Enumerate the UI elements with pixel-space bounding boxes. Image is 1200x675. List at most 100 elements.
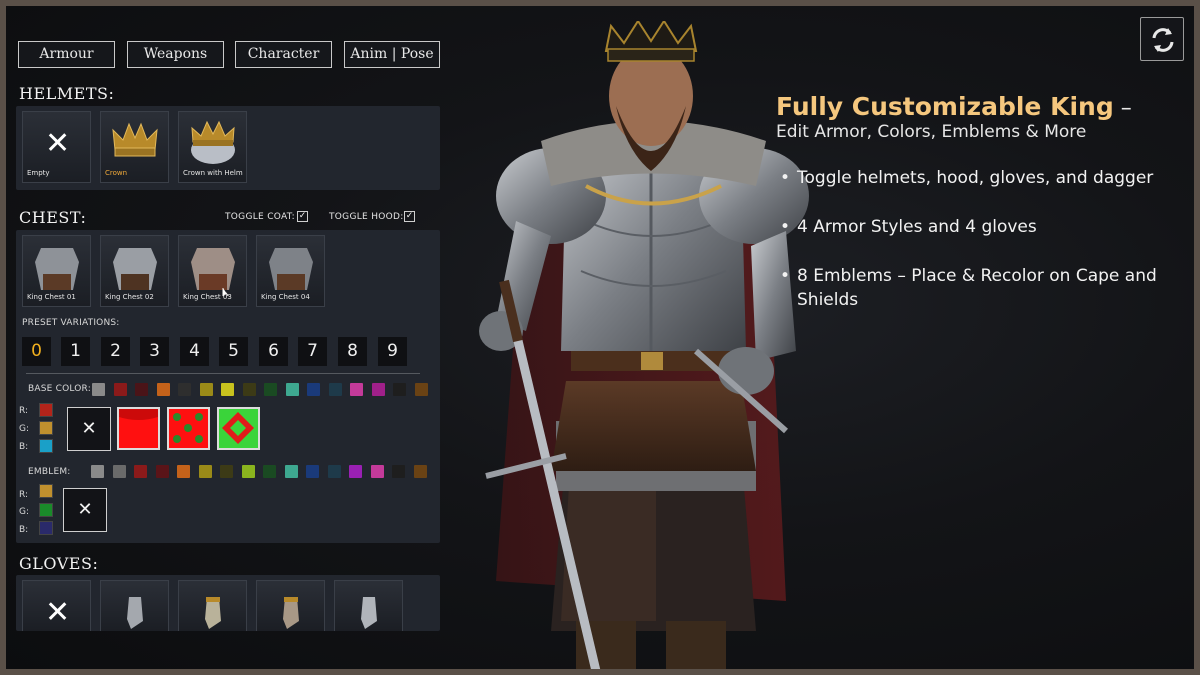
rgb-b-label: B: (19, 442, 29, 452)
toggle-hood-label: TOGGLE HOOD: (329, 212, 404, 222)
helmet-crown[interactable]: Crown (100, 111, 169, 183)
tab-character[interactable]: Character (235, 41, 332, 68)
emblem-g-swatch[interactable] (39, 503, 53, 517)
base-color-swatch[interactable] (285, 383, 299, 396)
emblem-color-swatch[interactable] (306, 465, 319, 478)
chest-option[interactable]: King Chest 03 (178, 235, 247, 307)
helmet-label: Empty (27, 169, 50, 177)
emblem-r-swatch[interactable] (39, 484, 53, 498)
rgb-b-label: B: (19, 525, 29, 535)
base-color-swatch[interactable] (350, 383, 363, 396)
crown-helm-icon (191, 120, 235, 164)
pattern-solid-red[interactable] (117, 407, 160, 450)
base-color-swatch[interactable] (221, 383, 234, 396)
base-color-swatch[interactable] (156, 383, 170, 396)
crown-icon (112, 122, 158, 157)
base-color-swatch[interactable] (92, 383, 105, 396)
gauntlet-icon (283, 597, 299, 629)
base-color-swatch[interactable] (414, 383, 428, 396)
base-color-swatch[interactable] (393, 383, 406, 396)
bullet-dot: • (780, 168, 791, 188)
chest-armor-icon (269, 248, 313, 290)
chest-armor-icon (35, 248, 79, 290)
tab-weapons[interactable]: Weapons (127, 41, 224, 68)
base-color-swatch[interactable] (264, 383, 277, 396)
feature-headline: Fully Customizable King – (776, 92, 1132, 121)
tab-anim-pose[interactable]: Anim | Pose (344, 41, 440, 68)
headline-dash: – (1113, 96, 1132, 121)
reset-button[interactable] (1140, 17, 1184, 61)
base-color-swatch[interactable] (371, 383, 385, 396)
glove-option[interactable] (256, 580, 325, 631)
toggle-hood-checkbox[interactable]: ✓ (404, 211, 415, 222)
preset-4[interactable]: 4 (180, 337, 209, 366)
gauntlet-icon (127, 597, 143, 629)
emblem-color-swatch[interactable] (241, 465, 255, 478)
emblem-color-swatch[interactable] (370, 465, 384, 478)
divider (26, 373, 420, 374)
rgb-r-label: R: (19, 490, 29, 500)
helmet-empty[interactable]: ✕ Empty (22, 111, 91, 183)
base-color-swatch[interactable] (328, 383, 342, 396)
glove-option[interactable] (100, 580, 169, 631)
base-g-swatch[interactable] (39, 421, 53, 435)
base-color-swatch[interactable] (199, 383, 213, 396)
glove-option[interactable] (334, 580, 403, 631)
preset-9[interactable]: 9 (378, 337, 407, 366)
chest-option[interactable]: King Chest 04 (256, 235, 325, 307)
gloves-title: GLOVES: (19, 554, 99, 573)
pattern-ornate-green[interactable] (217, 407, 260, 450)
preset-5[interactable]: 5 (219, 337, 248, 366)
feature-subtitle: Edit Armor, Colors, Emblems & More (776, 122, 1087, 142)
chest-label: King Chest 03 (183, 293, 232, 301)
emblem-b-swatch[interactable] (39, 521, 53, 535)
base-color-swatch[interactable] (113, 383, 127, 396)
base-color-swatch[interactable] (307, 383, 320, 396)
preset-7[interactable]: 7 (298, 337, 327, 366)
base-r-swatch[interactable] (39, 403, 53, 417)
emblem-color-swatch[interactable] (327, 465, 341, 478)
emblem-color-swatch[interactable] (155, 465, 169, 478)
preset-2[interactable]: 2 (101, 337, 130, 366)
base-pattern-none-button[interactable]: ✕ (67, 407, 111, 451)
bullet-dot: • (780, 217, 791, 237)
bullet-dot: • (780, 266, 791, 286)
chest-label: King Chest 01 (27, 293, 76, 301)
emblem-color-swatch[interactable] (263, 465, 276, 478)
gauntlet-icon (205, 597, 221, 629)
preset-6[interactable]: 6 (259, 337, 288, 366)
emblem-color-swatch[interactable] (112, 465, 126, 478)
emblem-color-swatch[interactable] (284, 465, 298, 478)
chest-option[interactable]: King Chest 01 (22, 235, 91, 307)
bullet-text: 8 Emblems – Place & Recolor on Cape and … (797, 266, 1157, 310)
gauntlet-icon (361, 597, 377, 629)
emblem-color-swatch[interactable] (392, 465, 405, 478)
base-color-swatch[interactable] (242, 383, 256, 396)
preset-0[interactable]: 0 (22, 337, 51, 366)
emblem-color-swatch[interactable] (177, 465, 190, 478)
x-icon: ✕ (45, 126, 71, 161)
pattern-fleur-de-lis[interactable] (167, 407, 210, 450)
chest-option[interactable]: King Chest 02 (100, 235, 169, 307)
emblem-color-swatch[interactable] (198, 465, 212, 478)
chest-armor-icon (191, 248, 235, 296)
emblem-color-swatch[interactable] (91, 465, 104, 478)
tab-armour[interactable]: Armour (18, 41, 115, 68)
glove-option[interactable] (178, 580, 247, 631)
preset-3[interactable]: 3 (140, 337, 169, 366)
emblem-color-swatch[interactable] (134, 465, 147, 478)
chest-armor-icon (113, 248, 157, 290)
emblem-color-swatch[interactable] (220, 465, 233, 478)
toggle-coat-checkbox[interactable]: ✓ (297, 211, 308, 222)
preset-8[interactable]: 8 (338, 337, 367, 366)
emblem-none-button[interactable]: ✕ (63, 488, 107, 532)
emblem-color-swatch[interactable] (413, 465, 427, 478)
base-color-swatch[interactable] (178, 383, 191, 396)
fleur-de-lis-icon (173, 413, 203, 443)
base-color-swatch[interactable] (135, 383, 148, 396)
preset-1[interactable]: 1 (61, 337, 90, 366)
base-b-swatch[interactable] (39, 439, 53, 453)
emblem-color-swatch[interactable] (349, 465, 362, 478)
helmet-crown-with-helm[interactable]: Crown with Helm (178, 111, 247, 183)
glove-empty[interactable]: ✕ (22, 580, 91, 631)
